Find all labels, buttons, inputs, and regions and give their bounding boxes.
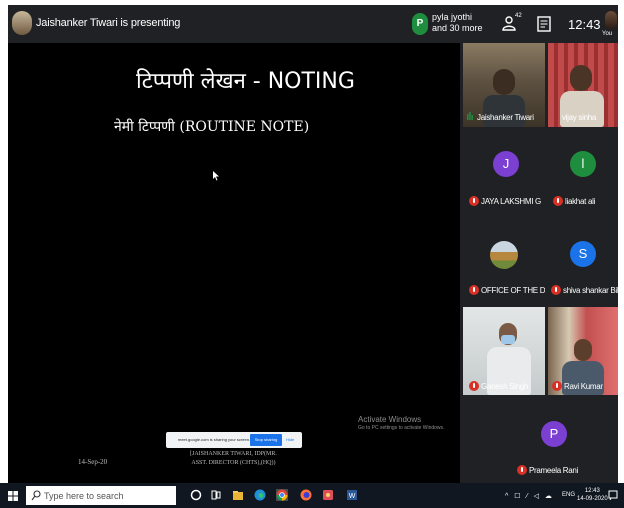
slide-footer-line2: ASST. DIRECTOR (CHTS),(HQ)) <box>191 460 276 466</box>
taskbar-search-box[interactable]: Type here to search <box>26 486 176 505</box>
taskbar-date: 14-09-2020 <box>577 496 608 502</box>
participant-grid: Jaishanker Tiwari vijay sinha J JAYA LAK… <box>460 43 618 483</box>
task-view-icon[interactable] <box>210 489 222 501</box>
meet-window: Jaishanker Tiwari is presenting P pyla j… <box>8 5 618 483</box>
presentation-slide: टिप्पणी लेखन - NOTING नेमी टिप्पणी (ROUT… <box>8 43 460 483</box>
participant-name: Jaishanker Tiwari <box>477 113 534 122</box>
participant-name: JAYA LAKSHMI G <box>481 197 541 206</box>
participant-figure <box>570 65 592 91</box>
speaking-indicator-icon <box>467 112 473 120</box>
participant-tile[interactable]: Ravi Kumar <box>548 307 618 395</box>
notification-icon[interactable] <box>608 490 618 500</box>
svg-text:W: W <box>349 493 356 500</box>
participant-tile[interactable]: Ganesh Singh <box>463 307 545 395</box>
search-icon <box>31 490 41 501</box>
mic-off-icon <box>551 285 561 295</box>
windows-start-icon[interactable] <box>8 491 18 501</box>
mic-off-icon <box>552 381 562 391</box>
participant-figure <box>493 69 515 95</box>
participant-name: liakhat ali <box>565 197 596 206</box>
participant-avatar: P <box>541 421 567 447</box>
slide-title: टिप्पणी लेखन - NOTING <box>136 69 355 94</box>
chat-icon[interactable] <box>537 15 551 33</box>
slide-date: 14-Sep-20 <box>78 458 108 466</box>
participant-tile[interactable]: OFFICE OF THE DIRE... <box>463 219 545 299</box>
meet-clock: 12:43 <box>568 17 601 32</box>
file-explorer-icon[interactable] <box>232 489 244 501</box>
share-notice-text: meet.google.com is sharing your screen. <box>178 437 251 442</box>
participant-tile[interactable]: Jaishanker Tiwari <box>463 43 545 127</box>
mic-off-icon <box>469 285 479 295</box>
participant-name: vijay sinha <box>562 113 597 122</box>
mic-off-icon <box>553 196 563 206</box>
participant-figure <box>574 339 592 361</box>
participant-tile[interactable]: l liakhat ali <box>548 131 618 211</box>
pinned-participants[interactable]: pyla jyothi and 30 more <box>432 12 483 34</box>
participant-avatar: S <box>570 241 596 267</box>
slide-footer-line1: [JAISHANKER TIWARI, IDP(MR. <box>190 451 277 457</box>
presenter-avatar <box>12 11 32 35</box>
pinned-user-name: pyla jyothi <box>432 12 473 22</box>
mic-off-icon <box>517 465 527 475</box>
cortana-icon[interactable] <box>190 489 202 501</box>
participant-tile[interactable]: J JAYA LAKSHMI G <box>463 131 545 211</box>
language-indicator[interactable]: ENG <box>562 492 575 498</box>
edge-icon[interactable] <box>254 489 266 501</box>
chrome-icon[interactable] <box>276 489 288 501</box>
firefox-icon[interactable] <box>300 489 312 501</box>
face-mask <box>501 335 515 344</box>
screen-share-notice: meet.google.com is sharing your screen. … <box>166 432 302 448</box>
participant-tile[interactable]: S shiva shankar Billa <box>548 219 618 299</box>
participant-name: Prameela Rani <box>529 466 579 475</box>
meet-top-bar: Jaishanker Tiwari is presenting P pyla j… <box>8 5 618 43</box>
participant-name: Ganesh Singh <box>481 382 529 391</box>
activate-title: Activate Windows <box>358 415 422 424</box>
hide-button[interactable]: Hide <box>286 437 294 442</box>
slide-footer: [JAISHANKER TIWARI, IDP(MR. ASST. DIRECT… <box>190 450 277 468</box>
participant-name: shiva shankar Billa <box>563 286 618 295</box>
mouse-cursor-icon <box>213 171 219 181</box>
participant-avatar: l <box>570 151 596 177</box>
participant-avatar: J <box>493 151 519 177</box>
activate-windows-watermark: Activate Windows Go to PC settings to ac… <box>358 415 444 431</box>
presenter-label: Jaishanker Tiwari is presenting <box>36 17 181 29</box>
slide-subtitle: नेमी टिप्पणी (ROUTINE NOTE) <box>114 119 310 135</box>
paint-icon[interactable] <box>322 489 334 501</box>
word-icon[interactable]: W <box>346 489 358 501</box>
pinned-user-more: and 30 more <box>432 23 483 33</box>
stop-sharing-button[interactable]: Stop sharing <box>250 434 282 446</box>
participant-tile[interactable]: vijay sinha <box>548 43 618 127</box>
taskbar-clock[interactable]: 12:43 14-09-2020 <box>577 487 608 503</box>
self-label: You <box>602 31 613 37</box>
taskbar-time: 12:43 <box>584 488 600 494</box>
participant-name: Ravi Kumar <box>564 382 603 391</box>
windows-taskbar: Type here to search W ^ ☐ ⁄ ◁ ☁ ENG 12:4… <box>0 483 624 508</box>
activate-subtitle: Go to PC settings to activate Windows. <box>358 425 445 431</box>
pinned-avatar[interactable]: P <box>412 13 428 35</box>
mic-off-icon <box>469 381 479 391</box>
participant-photo <box>490 241 518 269</box>
mic-off-icon <box>469 196 479 206</box>
system-tray-icons[interactable]: ^ ☐ ⁄ ◁ ☁ <box>505 492 554 500</box>
search-placeholder: Type here to search <box>44 491 124 501</box>
participant-name: OFFICE OF THE DIRE... <box>481 286 545 295</box>
participant-body <box>483 95 525 127</box>
participant-tile[interactable]: P Prameela Rani <box>512 403 594 483</box>
self-avatar[interactable] <box>605 11 617 29</box>
people-count: 42 <box>515 13 522 19</box>
